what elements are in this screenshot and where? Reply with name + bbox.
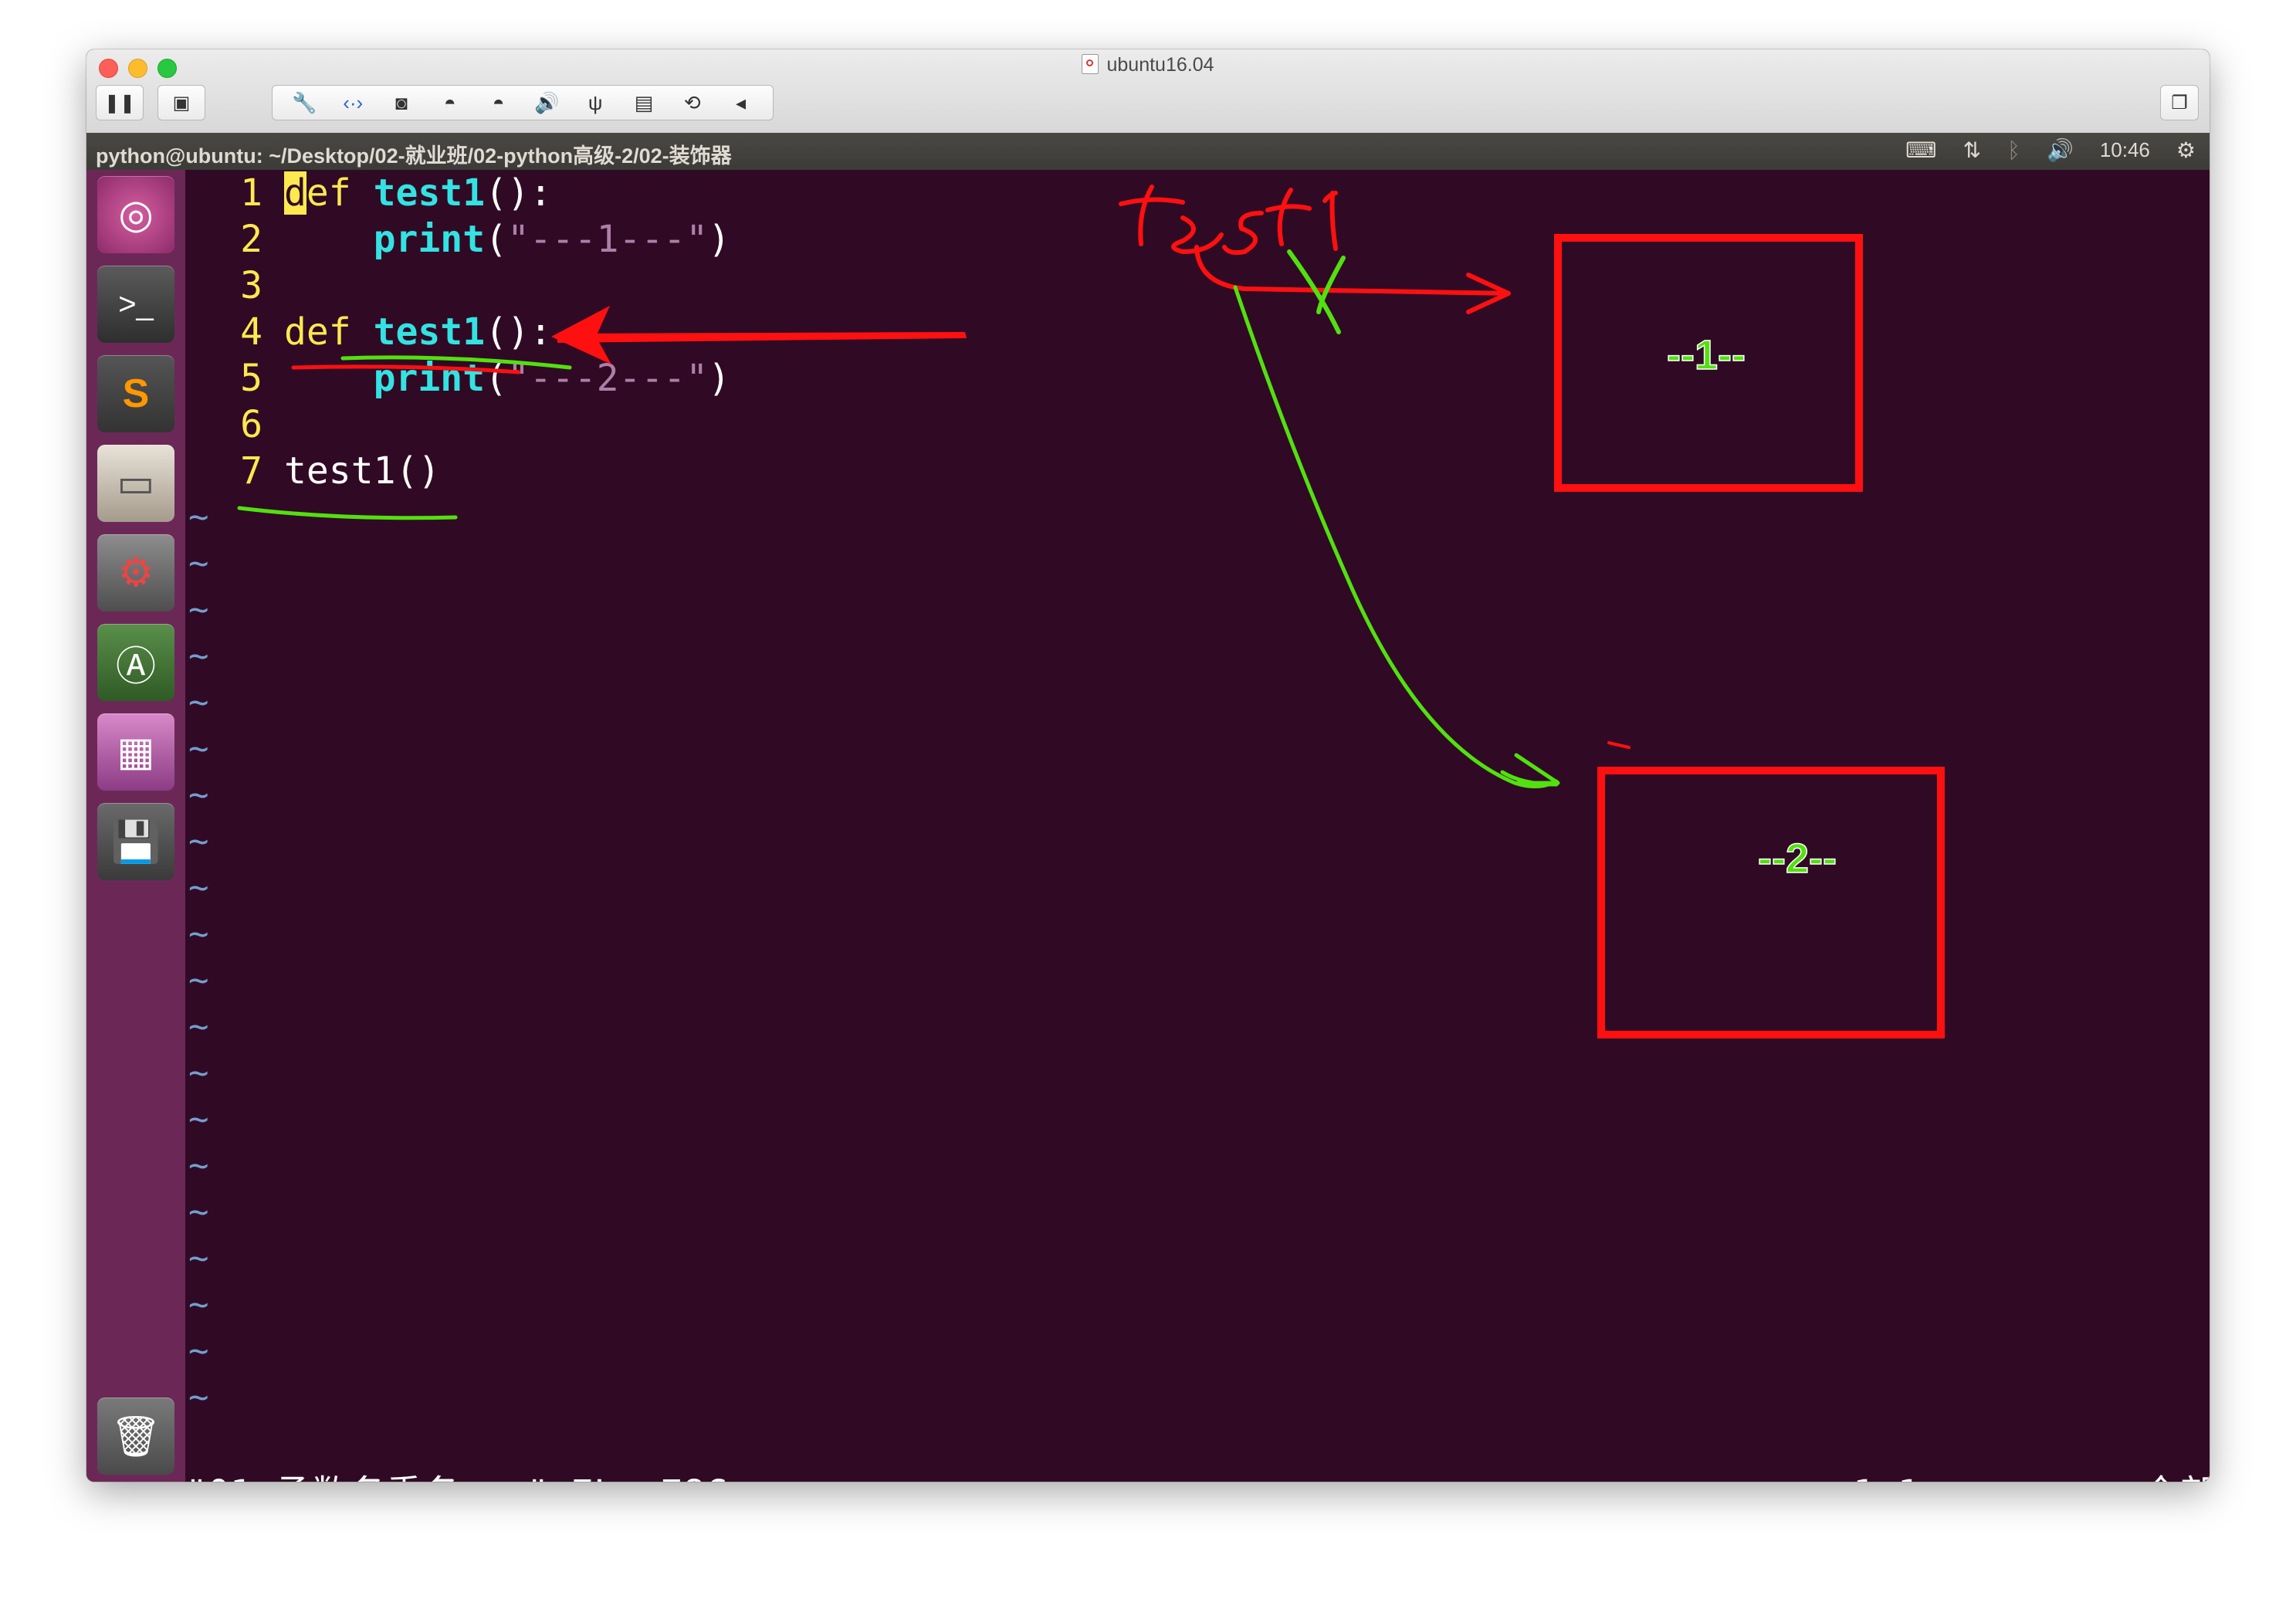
tilde-marker: ~ <box>188 1007 209 1046</box>
vim-status-line: "01-函数名重名.py" 7L, 78C 1,1 全部 <box>185 1467 2210 1482</box>
file-manager-icon[interactable]: ▭ <box>97 445 174 522</box>
tilde-marker: ~ <box>188 775 209 815</box>
floppy-icon[interactable]: 💾 <box>97 803 174 880</box>
code-line-2: 2 print("---1---") <box>240 218 730 261</box>
vm-window: ubuntu16.04 ❚❚ ▣ 🔧 ‹·› ◙ ◓ ◓ 🔊 ψ ▤ ⟲ ◂ ❐… <box>86 49 2210 1482</box>
tilde-marker: ~ <box>188 961 209 1000</box>
code-line-3: 3 <box>240 264 262 307</box>
tilde-marker: ~ <box>188 590 209 629</box>
terminal-title: python@ubuntu: ~/Desktop/02-就业班/02-pytho… <box>96 144 732 168</box>
software-updater-icon[interactable]: Ⓐ <box>97 624 174 701</box>
sound-icon[interactable]: 🔊 <box>527 91 566 115</box>
tilde-marker: ~ <box>188 1146 209 1185</box>
usb-icon[interactable]: ψ <box>576 91 615 115</box>
cursor: d <box>284 171 306 215</box>
terminal-icon[interactable]: >_ <box>97 266 174 343</box>
volume-icon[interactable]: 🔊 <box>2047 137 2074 163</box>
restore-button[interactable]: ❐ <box>2160 85 2199 120</box>
tilde-marker: ~ <box>188 868 209 907</box>
tilde-marker: ~ <box>188 729 209 768</box>
camera-icon[interactable]: ◓ <box>431 91 469 115</box>
keyboard-icon[interactable]: ⌨ <box>1905 137 1936 163</box>
window-title: ubuntu16.04 <box>86 54 2210 76</box>
tilde-marker: ~ <box>188 683 209 722</box>
cd-icon[interactable]: ◓ <box>479 91 518 115</box>
sublime-text-icon[interactable]: S <box>97 355 174 432</box>
restore-icon: ❐ <box>2171 92 2188 114</box>
wrench-icon[interactable]: 🔧 <box>285 91 323 115</box>
tilde-marker: ~ <box>188 822 209 861</box>
clock[interactable]: 10:46 <box>2100 138 2150 162</box>
tilde-marker: ~ <box>188 497 209 537</box>
unity-launcher: ◎ >_ S ▭ ⚙ Ⓐ ▦ 💾 🗑 <box>86 170 187 1482</box>
tilde-marker: ~ <box>188 1238 209 1278</box>
vim-editor[interactable]: 1 def test1(): 2 print("---1---") 3 4 def … <box>185 170 2210 1482</box>
tilde-marker: ~ <box>188 1331 209 1371</box>
pause-button[interactable]: ❚❚ <box>96 85 144 120</box>
pause-icon: ❚❚ <box>103 92 136 114</box>
code-line-5: 5 print("---2---") <box>240 357 730 400</box>
network-icon[interactable]: ‹·› <box>334 91 372 115</box>
window-title-text: ubuntu16.04 <box>1106 54 1214 76</box>
bluetooth-icon[interactable]: ᛒ <box>2007 138 2020 163</box>
trash-icon[interactable]: 🗑 <box>97 1398 174 1475</box>
tilde-marker: ~ <box>188 636 209 676</box>
scroll-percent: 全部 <box>2142 1467 2210 1482</box>
network-updown-icon[interactable]: ⇅ <box>1963 137 1981 163</box>
collapse-arrow-icon[interactable]: ◂ <box>722 91 760 115</box>
panel-indicators: ⌨ ⇅ ᛒ 🔊 10:46 ⚙ <box>1905 137 2196 163</box>
title-bar: ubuntu16.04 ❚❚ ▣ 🔧 ‹·› ◙ ◓ ◓ 🔊 ψ ▤ ⟲ ◂ ❐ <box>86 49 2210 134</box>
cursor-position: 1,1 <box>1853 1467 1920 1482</box>
save-icon[interactable]: ▤ <box>625 91 663 115</box>
tilde-marker: ~ <box>188 1192 209 1232</box>
snapshot-icon: ▣ <box>172 92 191 114</box>
system-settings-icon[interactable]: ⚙ <box>97 534 174 612</box>
tilde-marker: ~ <box>188 1099 209 1139</box>
device-toolbar: 🔧 ‹·› ◙ ◓ ◓ 🔊 ψ ▤ ⟲ ◂ <box>272 85 774 120</box>
tilde-marker: ~ <box>188 1377 209 1417</box>
status-file-info: "01-函数名重名.py" 7L, 78C <box>185 1472 727 1482</box>
snapshot-button[interactable]: ▣ <box>157 85 205 120</box>
code-line-7: 7 test1() <box>240 449 441 493</box>
tilde-marker: ~ <box>188 914 209 954</box>
tilde-marker: ~ <box>188 544 209 583</box>
power-gear-icon[interactable]: ⚙ <box>2176 137 2196 163</box>
tilde-marker: ~ <box>188 1053 209 1093</box>
sync-icon[interactable]: ⟲ <box>673 91 712 115</box>
code-line-1: 1 def test1(): <box>240 171 552 215</box>
tilde-marker: ~ <box>188 1285 209 1324</box>
ubuntu-top-panel: python@ubuntu: ~/Desktop/02-就业班/02-pytho… <box>86 133 2210 170</box>
workspace-switcher-icon[interactable]: ▦ <box>97 713 174 791</box>
code-line-4: 4 def test1(): <box>240 310 552 354</box>
ubuntu-dash-icon[interactable]: ◎ <box>97 176 174 253</box>
vm-file-icon <box>1082 54 1099 74</box>
code-line-6: 6 <box>240 403 262 446</box>
disk-icon[interactable]: ◙ <box>382 91 421 115</box>
